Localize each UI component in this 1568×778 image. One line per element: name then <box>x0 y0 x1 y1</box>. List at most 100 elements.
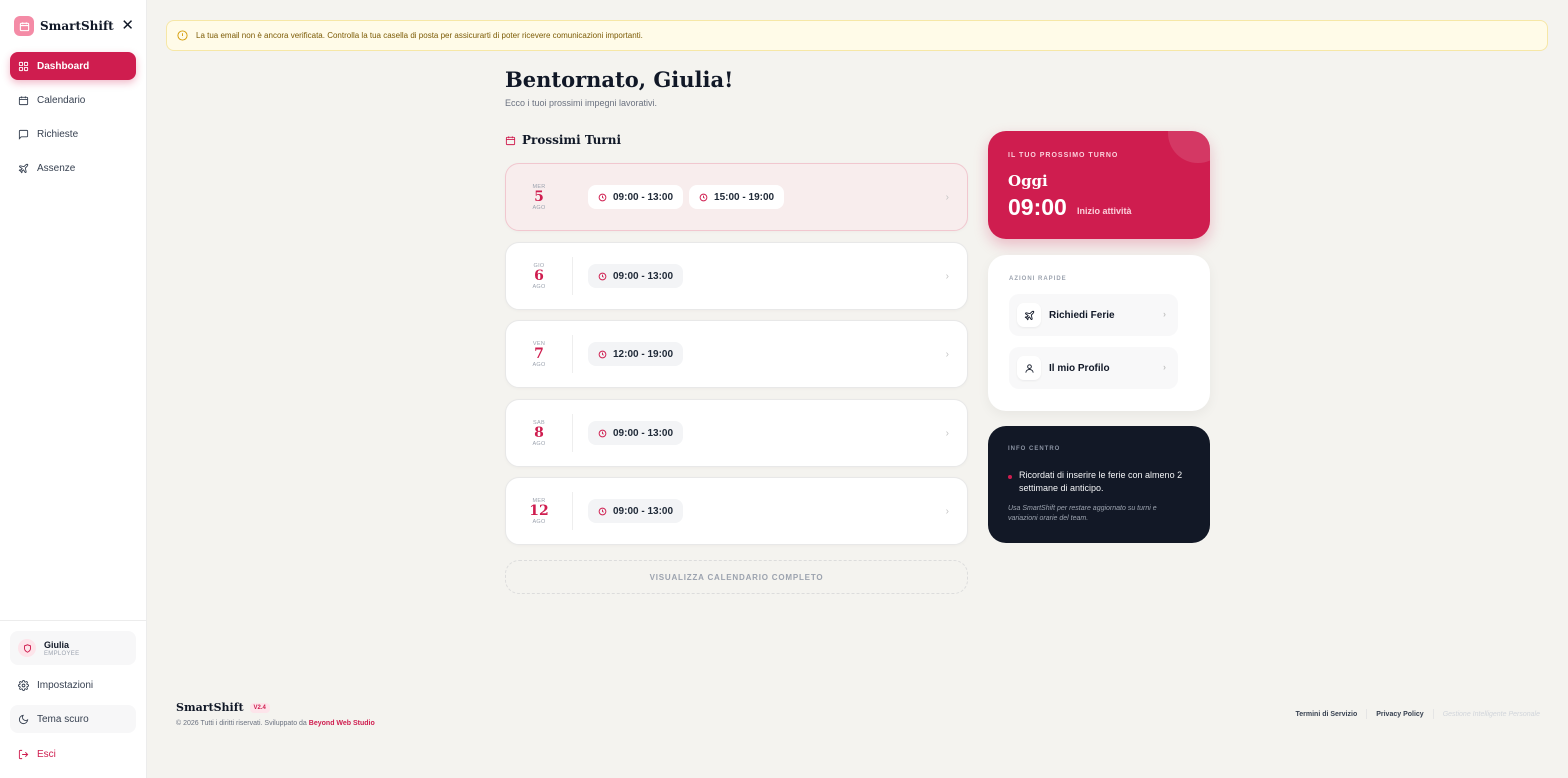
plane-icon <box>1017 303 1041 327</box>
time-slot: 09:00 - 13:00 <box>588 185 684 209</box>
chevron-right-icon: › <box>945 349 949 360</box>
logout-button[interactable]: Esci <box>10 740 136 768</box>
plane-icon <box>18 163 29 173</box>
shift-day: 12 <box>529 502 549 519</box>
shield-icon <box>18 639 36 657</box>
shift-row[interactable]: GIO 6 AGO 09:00 - 13:00 › <box>505 242 968 310</box>
time-slot: 15:00 - 19:00 <box>689 185 785 209</box>
shifts-section-title: Prossimi Turni <box>505 133 621 147</box>
clock-icon <box>598 350 607 358</box>
time-slot: 09:00 - 13:00 <box>588 499 684 523</box>
divider <box>1432 709 1434 719</box>
sidebar: SmartShift ✕ Dashboard Calendario Richie… <box>0 0 147 778</box>
divider <box>1366 709 1368 719</box>
clock-icon <box>598 193 607 201</box>
dark-theme-toggle[interactable]: Tema scuro <box>10 705 136 733</box>
shift-month: AGO <box>532 204 546 211</box>
calendar-icon <box>505 135 516 145</box>
calendar-logo-icon <box>14 16 34 36</box>
time-slot-label: 09:00 - 13:00 <box>613 270 674 282</box>
chevron-right-icon: › <box>945 271 949 282</box>
time-slot-label: 09:00 - 13:00 <box>613 427 674 439</box>
action-label: Richiedi Ferie <box>1049 309 1115 321</box>
info-label: INFO CENTRO <box>1008 446 1061 452</box>
warning-icon <box>177 30 188 41</box>
user-name: Giulia <box>44 639 70 650</box>
quick-actions-label: AZIONI RAPIDE <box>1009 276 1067 282</box>
next-shift-card: IL TUO PROSSIMO TURNO Oggi 09:00 Inizio … <box>988 131 1210 239</box>
chevron-right-icon: › <box>945 192 949 203</box>
calendar-icon <box>18 95 29 105</box>
footer-links: Termini di Servizio Privacy Policy Gesti… <box>1296 709 1540 719</box>
shift-month: AGO <box>532 518 546 525</box>
time-slot: 09:00 - 13:00 <box>588 264 684 288</box>
user-card[interactable]: Giulia EMPLOYEE <box>10 631 136 665</box>
clock-icon <box>598 507 607 515</box>
settings-link[interactable]: Impostazioni <box>10 671 136 699</box>
tagline: Gestione Intelligente Personale <box>1442 710 1540 718</box>
theme-label: Tema scuro <box>37 713 89 725</box>
settings-label: Impostazioni <box>37 679 94 691</box>
request-leave-button[interactable]: Richiedi Ferie › <box>1009 294 1178 336</box>
shift-row[interactable]: MER 12 AGO 09:00 - 13:00 › <box>505 477 968 545</box>
quick-actions-card: AZIONI RAPIDE Richiedi Ferie › Il mio Pr… <box>988 255 1210 411</box>
full-calendar-button[interactable]: VISUALIZZA CALENDARIO COMPLETO <box>505 560 968 594</box>
sidebar-item-dashboard[interactable]: Dashboard <box>10 52 136 80</box>
my-profile-button[interactable]: Il mio Profilo › <box>1009 347 1178 389</box>
clock-icon <box>699 193 708 201</box>
footer-brand: SmartShift V2.4 <box>176 701 270 714</box>
bullet-icon <box>1008 475 1012 479</box>
time-slot-label: 15:00 - 19:00 <box>714 191 775 203</box>
page-title: Bentornato, Giulia! <box>505 67 734 92</box>
user-role: EMPLOYEE <box>44 650 80 657</box>
chevron-right-icon: › <box>945 506 949 517</box>
time-slot-label: 09:00 - 13:00 <box>613 505 674 517</box>
clock-icon <box>598 429 607 437</box>
action-label: Il mio Profilo <box>1049 362 1110 374</box>
shift-date: SAB 8 AGO <box>506 414 573 452</box>
shift-row[interactable]: SAB 8 AGO 09:00 - 13:00 › <box>505 399 968 467</box>
shift-day: 7 <box>534 345 544 362</box>
banner-text: La tua email non è ancora verificata. Co… <box>196 31 643 40</box>
next-shift-label: IL TUO PROSSIMO TURNO <box>1008 152 1119 159</box>
sidebar-item-label: Assenze <box>37 162 76 174</box>
sidebar-item-calendario[interactable]: Calendario <box>10 86 136 114</box>
time-slot-label: 09:00 - 13:00 <box>613 191 674 203</box>
brand: SmartShift ✕ <box>14 15 134 37</box>
email-verification-banner: La tua email non è ancora verificata. Co… <box>166 20 1548 51</box>
shift-month: AGO <box>532 361 546 368</box>
info-note: Usa SmartShift per restare aggiornato su… <box>1008 505 1157 522</box>
shift-day: 6 <box>534 267 544 284</box>
version-badge: V2.4 <box>249 702 270 713</box>
shift-row[interactable]: MER 5 AGO 09:00 - 13:00 15:00 - 19:00 › <box>505 163 968 231</box>
shift-month: AGO <box>532 283 546 290</box>
logout-icon <box>18 749 29 759</box>
shift-date: GIO 6 AGO <box>506 257 573 295</box>
time-slot: 09:00 - 13:00 <box>588 421 684 445</box>
info-text: Ricordati di inserire le ferie con almen… <box>1019 470 1183 493</box>
chevron-right-icon: › <box>1163 362 1166 372</box>
sidebar-item-richieste[interactable]: Richieste <box>10 120 136 148</box>
next-shift-note: Inizio attività <box>1077 206 1132 216</box>
next-shift-day: Oggi <box>1008 172 1048 190</box>
decorative-circle <box>1168 131 1210 163</box>
time-slot: 12:00 - 19:00 <box>588 342 684 366</box>
grid-icon <box>18 61 29 71</box>
sidebar-item-assenze[interactable]: Assenze <box>10 154 136 182</box>
terms-link[interactable]: Termini di Servizio <box>1296 711 1358 718</box>
page-subtitle: Ecco i tuoi prossimi impegni lavorativi. <box>505 98 658 108</box>
studio-link[interactable]: Beyond Web Studio <box>309 720 375 727</box>
logout-label: Esci <box>37 748 56 760</box>
copyright-text: © 2026 Tutti i diritti riservati. Svilup… <box>176 720 307 727</box>
message-icon <box>18 129 29 140</box>
shift-day: 5 <box>534 188 544 205</box>
shift-row[interactable]: VEN 7 AGO 12:00 - 19:00 › <box>505 320 968 388</box>
sidebar-nav: Dashboard Calendario Richieste Assenze <box>10 52 136 188</box>
close-sidebar-icon[interactable]: ✕ <box>121 16 134 34</box>
privacy-link[interactable]: Privacy Policy <box>1376 711 1423 718</box>
moon-icon <box>18 714 29 724</box>
shifts-title: Prossimi Turni <box>522 133 622 147</box>
sidebar-item-label: Calendario <box>37 94 86 106</box>
shift-date: MER 5 AGO <box>506 178 573 216</box>
chevron-right-icon: › <box>1163 309 1166 319</box>
